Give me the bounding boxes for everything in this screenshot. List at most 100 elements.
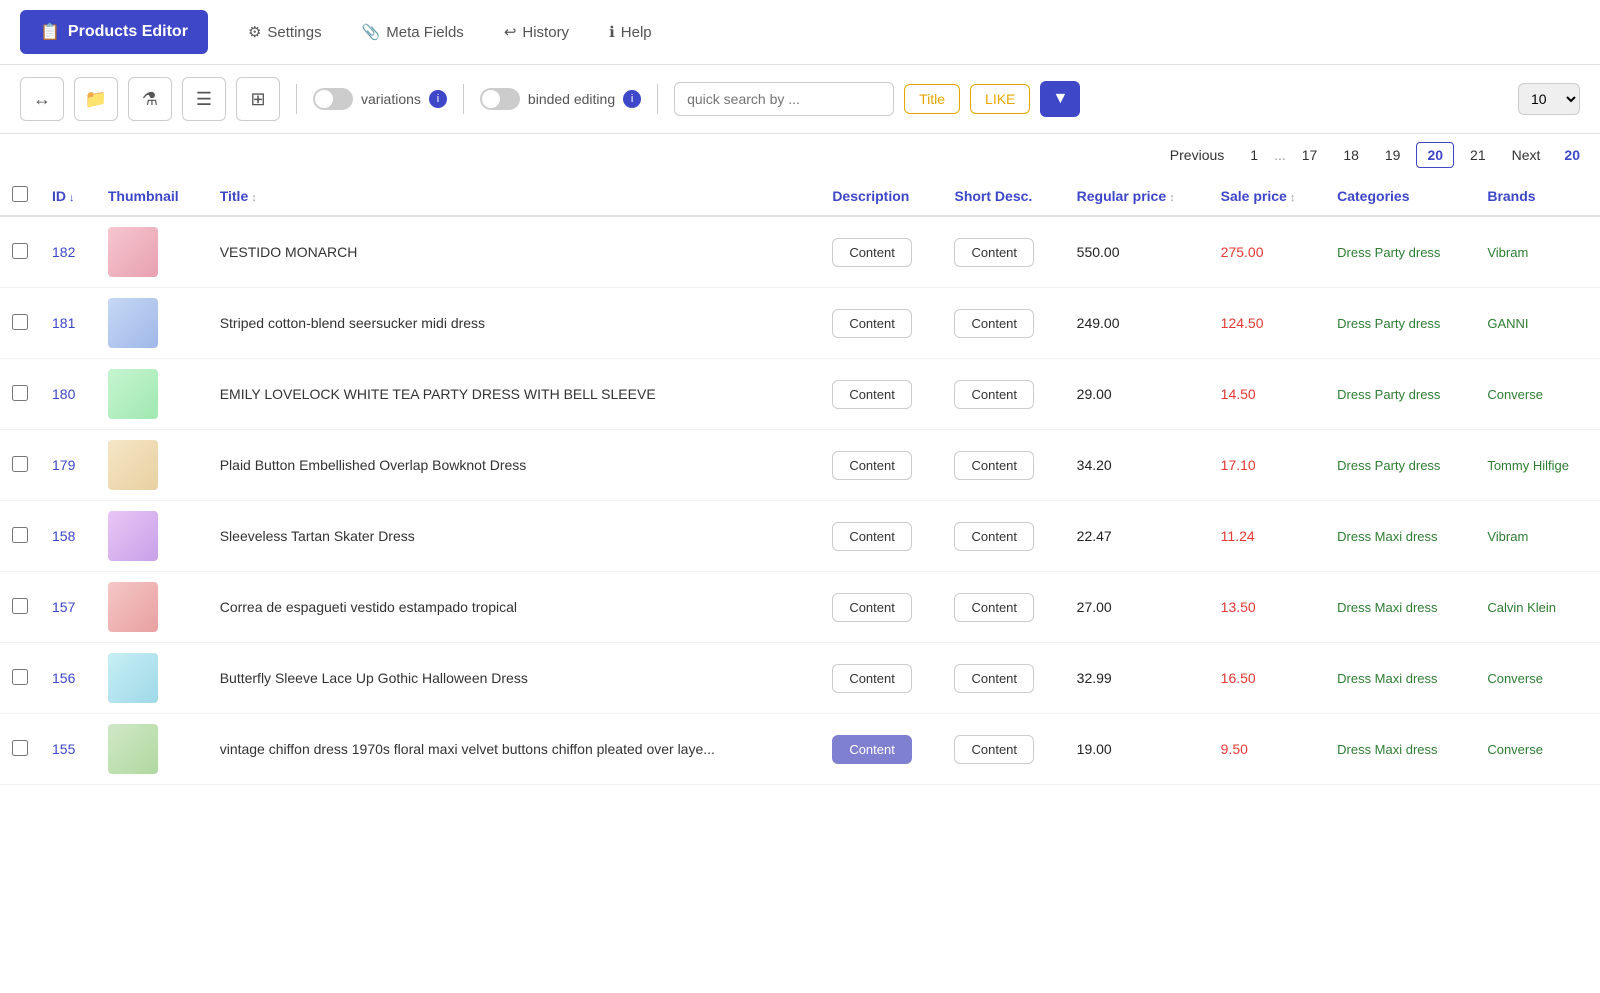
row-categories[interactable]: Dress Maxi dress bbox=[1325, 501, 1475, 572]
row-brand[interactable]: Vibram bbox=[1475, 216, 1600, 288]
row-title[interactable]: Plaid Button Embellished Overlap Bowknot… bbox=[208, 430, 821, 501]
row-title[interactable]: Correa de espagueti vestido estampado tr… bbox=[208, 572, 821, 643]
page-20[interactable]: 20 bbox=[1416, 142, 1454, 168]
row-id[interactable]: 156 bbox=[40, 643, 96, 714]
row-checkbox[interactable] bbox=[12, 740, 28, 756]
page-21[interactable]: 21 bbox=[1460, 143, 1496, 167]
row-description[interactable]: Content bbox=[820, 216, 942, 288]
description-content-button[interactable]: Content bbox=[832, 735, 912, 764]
row-description[interactable]: Content bbox=[820, 430, 942, 501]
previous-button[interactable]: Previous bbox=[1160, 143, 1234, 167]
page-1[interactable]: 1 bbox=[1240, 143, 1268, 167]
row-checkbox[interactable] bbox=[12, 527, 28, 543]
row-brand[interactable]: GANNI bbox=[1475, 288, 1600, 359]
col-sale-price[interactable]: Sale price bbox=[1209, 176, 1325, 216]
description-content-button[interactable]: Content bbox=[832, 593, 912, 622]
row-categories[interactable]: Dress Party dress bbox=[1325, 216, 1475, 288]
help-nav[interactable]: ℹ Help bbox=[609, 23, 652, 41]
row-checkbox-cell[interactable] bbox=[0, 216, 40, 288]
row-categories[interactable]: Dress Maxi dress bbox=[1325, 572, 1475, 643]
swap-button[interactable]: ↔ bbox=[20, 77, 64, 121]
row-categories[interactable]: Dress Party dress bbox=[1325, 359, 1475, 430]
row-id[interactable]: 182 bbox=[40, 216, 96, 288]
row-categories[interactable]: Dress Maxi dress bbox=[1325, 714, 1475, 785]
search-operator-button[interactable]: LIKE bbox=[970, 84, 1030, 114]
row-description[interactable]: Content bbox=[820, 359, 942, 430]
binded-editing-info-badge[interactable]: i bbox=[623, 90, 641, 108]
settings-nav[interactable]: ⚙ Settings bbox=[248, 23, 322, 41]
page-17[interactable]: 17 bbox=[1292, 143, 1328, 167]
row-short-desc[interactable]: Content bbox=[942, 572, 1064, 643]
short-desc-content-button[interactable]: Content bbox=[954, 664, 1034, 693]
row-short-desc[interactable]: Content bbox=[942, 359, 1064, 430]
row-description[interactable]: Content bbox=[820, 288, 942, 359]
row-checkbox-cell[interactable] bbox=[0, 643, 40, 714]
row-categories[interactable]: Dress Party dress bbox=[1325, 430, 1475, 501]
description-content-button[interactable]: Content bbox=[832, 238, 912, 267]
select-all-header[interactable] bbox=[0, 176, 40, 216]
short-desc-content-button[interactable]: Content bbox=[954, 380, 1034, 409]
row-short-desc[interactable]: Content bbox=[942, 714, 1064, 785]
row-checkbox[interactable] bbox=[12, 243, 28, 259]
row-brand[interactable]: Converse bbox=[1475, 359, 1600, 430]
row-description[interactable]: Content bbox=[820, 714, 942, 785]
page-19[interactable]: 19 bbox=[1375, 143, 1411, 167]
description-content-button[interactable]: Content bbox=[832, 309, 912, 338]
folder-button[interactable]: 📁 bbox=[74, 77, 118, 121]
row-categories[interactable]: Dress Maxi dress bbox=[1325, 643, 1475, 714]
per-page-select[interactable]: 10 25 50 100 bbox=[1518, 83, 1580, 115]
col-id[interactable]: ID bbox=[40, 176, 96, 216]
row-checkbox-cell[interactable] bbox=[0, 288, 40, 359]
row-title[interactable]: Striped cotton-blend seersucker midi dre… bbox=[208, 288, 821, 359]
row-title[interactable]: vintage chiffon dress 1970s floral maxi … bbox=[208, 714, 821, 785]
row-short-desc[interactable]: Content bbox=[942, 501, 1064, 572]
history-nav[interactable]: ↩ History bbox=[504, 23, 569, 41]
row-checkbox-cell[interactable] bbox=[0, 430, 40, 501]
short-desc-content-button[interactable]: Content bbox=[954, 593, 1034, 622]
row-title[interactable]: Butterfly Sleeve Lace Up Gothic Hallowee… bbox=[208, 643, 821, 714]
row-categories[interactable]: Dress Party dress bbox=[1325, 288, 1475, 359]
row-title[interactable]: EMILY LOVELOCK WHITE TEA PARTY DRESS WIT… bbox=[208, 359, 821, 430]
row-id[interactable]: 180 bbox=[40, 359, 96, 430]
row-id[interactable]: 155 bbox=[40, 714, 96, 785]
brand-button[interactable]: 📋 Products Editor bbox=[20, 10, 208, 54]
row-id[interactable]: 181 bbox=[40, 288, 96, 359]
variations-toggle[interactable] bbox=[313, 88, 353, 110]
row-short-desc[interactable]: Content bbox=[942, 288, 1064, 359]
filter-icon-button[interactable]: ⚗ bbox=[128, 77, 172, 121]
row-brand[interactable]: Tommy Hilfige bbox=[1475, 430, 1600, 501]
select-all-checkbox[interactable] bbox=[12, 186, 28, 202]
row-brand[interactable]: Calvin Klein bbox=[1475, 572, 1600, 643]
meta-fields-nav[interactable]: 📎 Meta Fields bbox=[362, 23, 464, 41]
description-content-button[interactable]: Content bbox=[832, 451, 912, 480]
filter-apply-button[interactable]: ▼ bbox=[1040, 81, 1080, 117]
short-desc-content-button[interactable]: Content bbox=[954, 309, 1034, 338]
search-type-button[interactable]: Title bbox=[904, 84, 960, 114]
row-checkbox[interactable] bbox=[12, 385, 28, 401]
variations-info-badge[interactable]: i bbox=[429, 90, 447, 108]
row-checkbox[interactable] bbox=[12, 314, 28, 330]
row-checkbox[interactable] bbox=[12, 669, 28, 685]
row-id[interactable]: 157 bbox=[40, 572, 96, 643]
page-18[interactable]: 18 bbox=[1333, 143, 1369, 167]
row-checkbox-cell[interactable] bbox=[0, 501, 40, 572]
row-short-desc[interactable]: Content bbox=[942, 216, 1064, 288]
row-description[interactable]: Content bbox=[820, 643, 942, 714]
row-checkbox-cell[interactable] bbox=[0, 714, 40, 785]
row-short-desc[interactable]: Content bbox=[942, 430, 1064, 501]
row-checkbox[interactable] bbox=[12, 598, 28, 614]
grid-button[interactable]: ⊞ bbox=[236, 77, 280, 121]
short-desc-content-button[interactable]: Content bbox=[954, 735, 1034, 764]
row-description[interactable]: Content bbox=[820, 572, 942, 643]
row-id[interactable]: 158 bbox=[40, 501, 96, 572]
col-regular-price[interactable]: Regular price bbox=[1065, 176, 1209, 216]
row-title[interactable]: Sleeveless Tartan Skater Dress bbox=[208, 501, 821, 572]
short-desc-content-button[interactable]: Content bbox=[954, 238, 1034, 267]
row-checkbox-cell[interactable] bbox=[0, 572, 40, 643]
description-content-button[interactable]: Content bbox=[832, 380, 912, 409]
row-brand[interactable]: Vibram bbox=[1475, 501, 1600, 572]
description-content-button[interactable]: Content bbox=[832, 522, 912, 551]
row-id[interactable]: 179 bbox=[40, 430, 96, 501]
next-button[interactable]: Next bbox=[1502, 143, 1551, 167]
short-desc-content-button[interactable]: Content bbox=[954, 522, 1034, 551]
